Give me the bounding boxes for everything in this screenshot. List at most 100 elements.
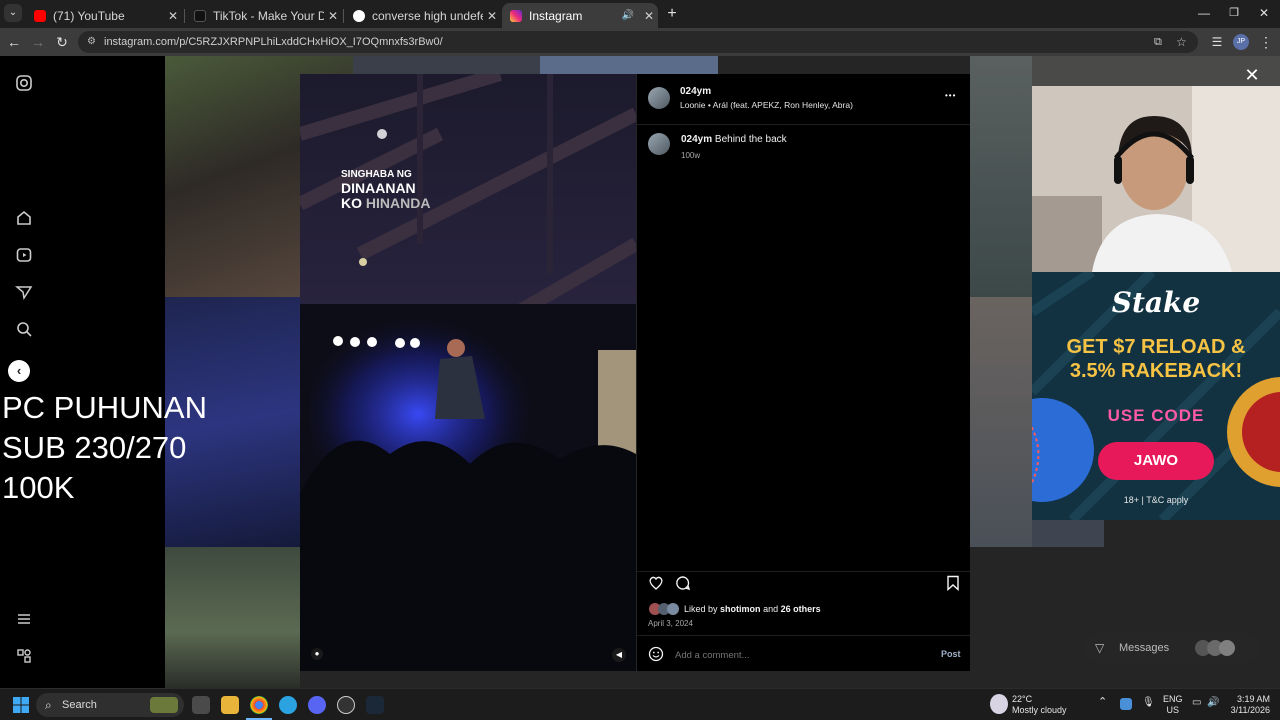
audio-toggle-icon[interactable]: ◀ — [612, 648, 626, 662]
profile-avatar[interactable]: JP — [1233, 34, 1249, 50]
grid-thumbnail[interactable] — [970, 297, 1032, 547]
back-button[interactable]: ← — [4, 32, 24, 52]
caption-avatar[interactable] — [648, 133, 670, 155]
search-highlight-icon — [150, 697, 178, 713]
chrome-menu-icon[interactable]: ⋮ — [1256, 32, 1276, 52]
tab-tiktok[interactable]: TikTok - Make Your Day ✕ — [186, 3, 342, 28]
address-bar[interactable]: ⚙ instagram.com/p/C5RZJXRPNPLhiLxddCHxHi… — [78, 31, 1198, 53]
reels-icon[interactable] — [15, 246, 33, 264]
webcam-feed — [1032, 86, 1280, 272]
post-side-panel: 024ym Loonie • Arál (feat. APEKZ, Ron He… — [637, 74, 970, 671]
home-icon[interactable] — [15, 209, 33, 227]
display-icon[interactable]: ▭ — [1192, 697, 1201, 708]
caption-age: 100w — [681, 151, 701, 160]
new-tab-button[interactable]: + — [662, 4, 682, 24]
tab-instagram[interactable]: Instagram 🔊 ✕ — [502, 3, 658, 28]
stream-overlay-text: PC PUHUNAN SUB 230/270 100K — [2, 388, 207, 508]
tab-search-icon[interactable]: ☰ — [1207, 32, 1227, 52]
also-from-meta-icon[interactable] — [15, 647, 33, 665]
ad-headline-line: GET $7 RELOAD & — [1066, 336, 1246, 358]
tab-youtube[interactable]: (71) YouTube ✕ — [26, 3, 182, 28]
browser-toolbar: ← → ↻ ⚙ instagram.com/p/C5RZJXRPNPLhiLxd… — [0, 28, 1280, 56]
emoji-icon[interactable] — [648, 646, 664, 662]
grid-thumbnail[interactable] — [353, 56, 540, 74]
more-options-icon[interactable]: ••• — [945, 91, 956, 100]
close-tab-icon[interactable]: ✕ — [324, 9, 342, 23]
task-view-icon[interactable] — [192, 696, 210, 714]
caption-text: Behind the back — [714, 134, 787, 145]
media-caption-line: SINGHABA NG — [341, 169, 412, 180]
close-tab-icon[interactable]: ✕ — [640, 9, 658, 23]
instagram-logo-icon[interactable] — [15, 74, 33, 92]
likes-prefix: Liked by — [684, 604, 718, 614]
language-indicator[interactable]: ENG US — [1163, 694, 1183, 716]
install-app-icon[interactable]: ⧉ — [1154, 31, 1162, 53]
clock[interactable]: 3:19 AM 3/11/2026 — [1224, 694, 1270, 716]
tab-google[interactable]: converse high undefeated - Go ✕ — [345, 3, 501, 28]
tab-title: Instagram — [529, 8, 583, 23]
save-bookmark-icon[interactable] — [946, 575, 960, 591]
comment-input[interactable] — [673, 647, 927, 664]
weather-widget[interactable]: 22°C Mostly cloudy — [1012, 694, 1067, 716]
close-tab-icon[interactable]: ✕ — [483, 9, 501, 23]
post-comment-button[interactable]: Post — [941, 649, 961, 659]
more-menu-icon[interactable] — [15, 610, 33, 628]
site-info-icon[interactable]: ⚙ — [87, 31, 96, 53]
liked-others[interactable]: 26 others — [781, 604, 821, 614]
bookmark-star-icon[interactable]: ☆ — [1176, 31, 1187, 53]
taskbar-search[interactable]: ⌕ Search — [36, 693, 184, 717]
previous-post-button[interactable]: ‹ — [8, 360, 30, 382]
tab-separator — [184, 9, 185, 23]
messages-button[interactable]: ▽ Messages — [1083, 633, 1260, 663]
speaker-icon[interactable]: 🔊 — [622, 10, 634, 21]
google-icon — [353, 9, 365, 22]
restore-button[interactable]: ❐ — [1224, 3, 1244, 23]
minimize-button[interactable]: — — [1194, 3, 1214, 23]
ad-headline: GET $7 RELOAD & 3.5% RAKEBACK! — [1032, 335, 1280, 383]
post-media[interactable]: SINGHABA NG DINAANAN KO HINANDA ● ◀ — [300, 74, 636, 671]
media-caption-word: KO — [341, 195, 362, 211]
close-window-button[interactable]: ✕ — [1254, 3, 1274, 23]
tab-search-button[interactable]: ⌄ — [4, 4, 22, 22]
post-audio-label[interactable]: Loonie • Arál (feat. APEKZ, Ron Henley, … — [680, 100, 853, 110]
liked-username[interactable]: shotimon — [720, 604, 761, 614]
grid-thumbnail[interactable] — [165, 547, 300, 688]
windows-start-icon[interactable] — [13, 697, 29, 713]
ad-code-button[interactable]: JAWO — [1098, 442, 1214, 480]
caption-username[interactable]: 024ym — [681, 134, 712, 145]
tray-app-icon[interactable] — [1120, 698, 1132, 710]
tray-overflow-icon[interactable]: ⌃ — [1098, 697, 1107, 708]
send-icon[interactable] — [15, 283, 33, 301]
forward-button[interactable]: → — [28, 32, 48, 52]
grid-thumbnail[interactable] — [1032, 520, 1104, 547]
telegram-icon[interactable] — [279, 696, 297, 714]
tagged-users-icon[interactable]: ● — [311, 648, 323, 660]
author-username[interactable]: 024ym — [680, 86, 711, 97]
steam-icon[interactable] — [366, 696, 384, 714]
volume-icon[interactable]: 🔊 — [1207, 697, 1219, 708]
instagram-icon — [510, 9, 522, 22]
discord-icon[interactable] — [308, 696, 326, 714]
author-avatar[interactable] — [648, 87, 670, 109]
grid-thumbnail[interactable] — [540, 56, 718, 74]
reload-button[interactable]: ↻ — [52, 32, 72, 52]
search-icon[interactable] — [15, 320, 33, 338]
chrome-taskbar-icon[interactable] — [250, 696, 268, 714]
media-caption-line: KO HINANDA — [341, 196, 430, 211]
microphone-icon[interactable]: 🎙 — [1142, 697, 1155, 708]
file-explorer-icon[interactable] — [221, 696, 239, 714]
browser-tab-strip: ⌄ (71) YouTube ✕ TikTok - Make Your Day … — [0, 0, 1280, 28]
heart-icon[interactable] — [648, 575, 664, 591]
language-code: ENG — [1163, 694, 1183, 704]
close-tab-icon[interactable]: ✕ — [164, 9, 182, 23]
obs-icon[interactable] — [337, 696, 355, 714]
divider — [637, 635, 970, 636]
close-modal-button[interactable]: ✕ — [1243, 66, 1261, 84]
grid-thumbnail[interactable] — [970, 56, 1032, 297]
messages-label: Messages — [1119, 642, 1170, 654]
comment-icon[interactable] — [675, 575, 691, 591]
weather-icon[interactable] — [990, 694, 1008, 714]
message-avatar — [1219, 640, 1235, 656]
post-date[interactable]: April 3, 2024 — [648, 619, 693, 628]
tab-title: converse high undefeated - Go — [372, 8, 483, 23]
